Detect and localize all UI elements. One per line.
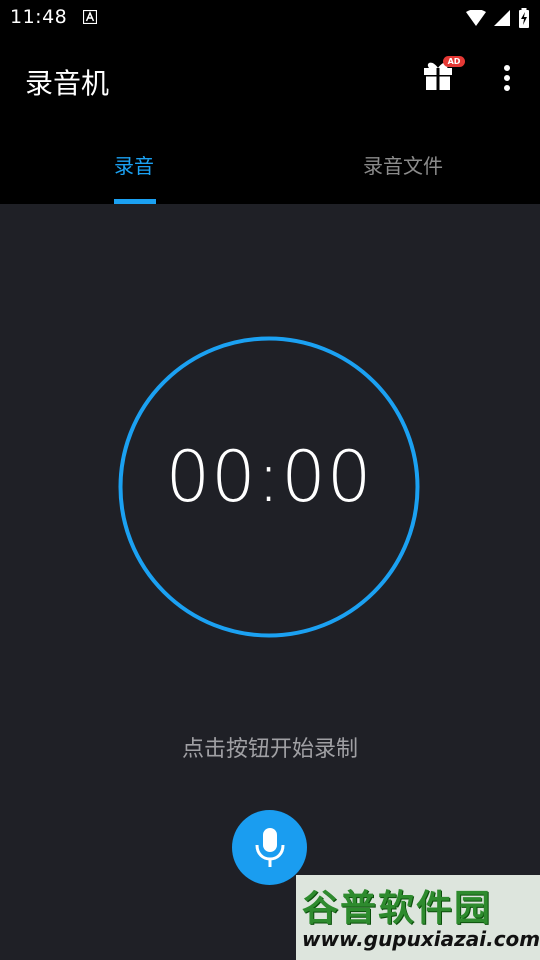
tab-recording-files[interactable]: 录音文件 — [270, 122, 540, 204]
status-icons — [466, 8, 530, 28]
app-bar: 录音机 AD — [0, 36, 540, 122]
tab-recording-label: 录音 — [114, 154, 154, 178]
more-vert-icon[interactable] — [494, 60, 520, 96]
watermark-brand: 谷普软件园 — [302, 888, 493, 929]
battery-charging-icon — [519, 8, 529, 28]
watermark: 谷普软件园 www.gupuxiazai.com — [296, 875, 540, 960]
tab-recording-files-label: 录音文件 — [363, 154, 443, 178]
tab-bar: 录音 录音文件 — [0, 122, 540, 204]
status-bar: 11:48 — [0, 0, 540, 36]
record-hint: 点击按钮开始录制 — [181, 737, 358, 762]
tab-recording[interactable]: 录音 — [0, 122, 270, 204]
timer-display: 00:00 — [165, 436, 373, 518]
a-notification-icon — [83, 10, 97, 24]
watermark-url: www.gupuxiazai.com — [302, 927, 540, 951]
wifi-icon — [466, 10, 486, 26]
microphone-icon — [255, 828, 285, 867]
recorder-screen: 11:48 录音机 AD 录音 录音文件 00:00 点击按钮开始录制 谷普软件… — [0, 0, 540, 960]
app-title: 录音机 — [25, 67, 110, 100]
record-button[interactable] — [232, 810, 307, 885]
cell-signal-icon — [494, 10, 510, 26]
ad-badge: AD — [443, 56, 465, 67]
status-time: 11:48 — [10, 6, 68, 28]
tab-indicator — [114, 199, 156, 204]
